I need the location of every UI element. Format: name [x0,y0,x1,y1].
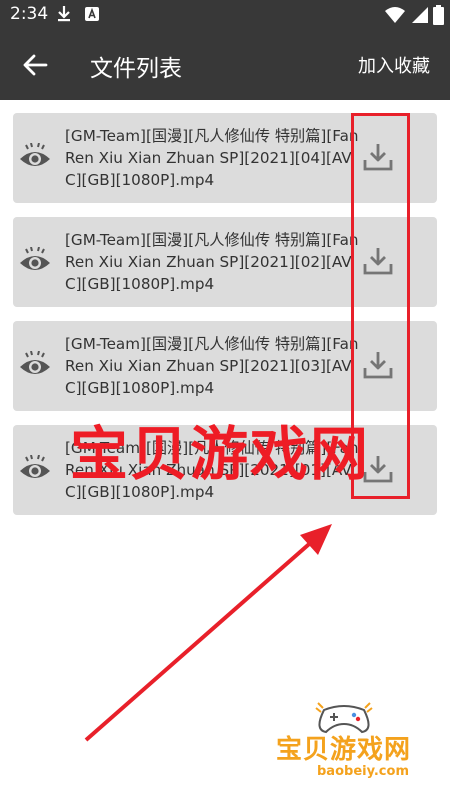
watermark-text: 宝贝游戏网 [70,420,371,488]
site-logo: 宝贝游戏网 baobeiy.com [272,702,432,794]
annotation-arrow [84,524,332,742]
logo-text: 宝贝游戏网 [276,735,412,765]
logo-url: baobeiy.com [317,764,409,779]
